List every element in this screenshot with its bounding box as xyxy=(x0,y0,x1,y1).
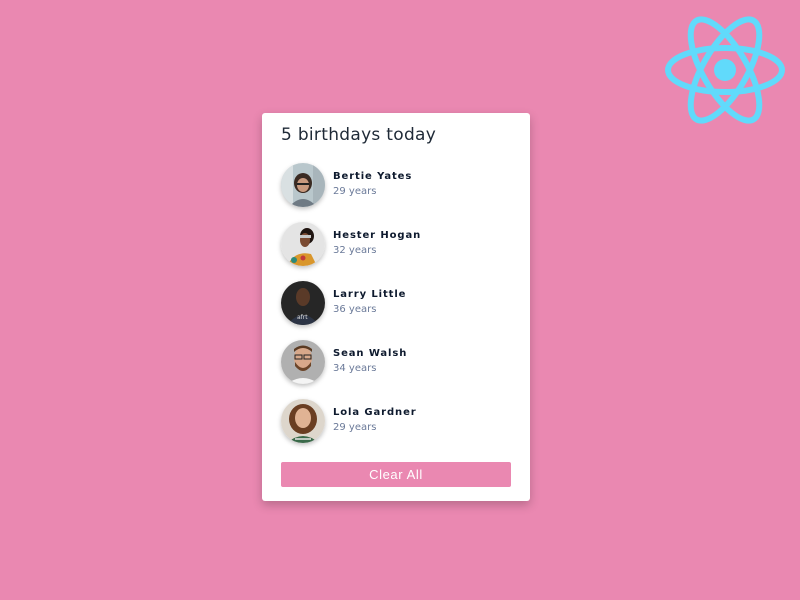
list-item: Bertie Yates 29 years xyxy=(281,163,511,209)
list-item: afrt Larry Little 36 years xyxy=(281,281,511,327)
person-name: Lola Gardner xyxy=(333,407,417,418)
avatar xyxy=(281,163,325,207)
list-item: Sean Walsh 34 years xyxy=(281,340,511,386)
clear-all-button[interactable]: Clear All xyxy=(281,462,511,487)
avatar: afrt xyxy=(281,281,325,325)
person-name: Larry Little xyxy=(333,289,407,300)
person-name: Bertie Yates xyxy=(333,171,413,182)
svg-text:afrt: afrt xyxy=(297,314,308,321)
person-age: 29 years xyxy=(333,186,377,197)
list-item: Lola Gardner 29 years xyxy=(281,399,511,445)
card-title: 5 birthdays today xyxy=(281,125,437,145)
list-item: Hester Hogan 32 years xyxy=(281,222,511,268)
person-name: Hester Hogan xyxy=(333,230,422,241)
person-age: 36 years xyxy=(333,304,377,315)
person-name: Sean Walsh xyxy=(333,348,408,359)
avatar xyxy=(281,222,325,266)
birthday-card: 5 birthdays today Bertie Yates 29 years xyxy=(262,113,530,501)
avatar xyxy=(281,399,325,443)
person-age: 29 years xyxy=(333,422,377,433)
avatar xyxy=(281,340,325,384)
person-age: 34 years xyxy=(333,363,377,374)
react-logo-icon xyxy=(665,16,785,124)
person-age: 32 years xyxy=(333,245,377,256)
